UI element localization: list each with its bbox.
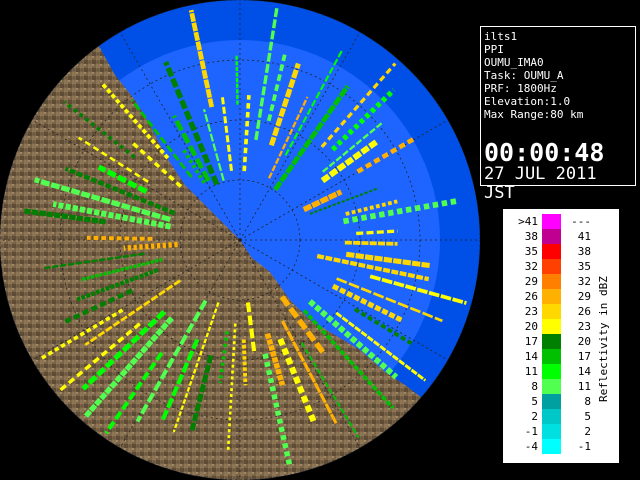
- legend-high-label: 5: [584, 410, 591, 423]
- echo-ray: [235, 54, 239, 105]
- legend-color-swatch: [542, 214, 561, 229]
- legend-high-label: 11: [577, 380, 591, 393]
- info-elevation: Elevation:1.0: [484, 95, 571, 108]
- info-task: Task: OUMU_A: [484, 69, 564, 82]
- legend-high-label: 17: [577, 350, 591, 363]
- echo-ray: [356, 229, 398, 236]
- legend-low-label: >41: [518, 215, 538, 228]
- legend-high-label: 35: [577, 260, 591, 273]
- legend-high-label: 2: [584, 425, 591, 438]
- legend-low-label: 2: [531, 410, 538, 423]
- legend-color-swatch: [542, 244, 561, 259]
- legend-low-label: 17: [524, 335, 538, 348]
- legend-low-label: 8: [531, 380, 538, 393]
- legend-low-label: 11: [524, 365, 538, 378]
- legend-color-swatch: [542, 364, 561, 379]
- legend-high-label: -1: [577, 440, 591, 453]
- legend-color-swatch: [542, 319, 561, 334]
- legend-high-label: 32: [577, 275, 591, 288]
- legend-low-label: 14: [524, 350, 538, 363]
- legend-low-label: 26: [524, 290, 538, 303]
- legend-low-label: -1: [524, 425, 538, 438]
- reflectivity-legend: >41 --- 38 41 35 38 32 35 29 32 26 29 23 26 20 23 17 20 14…: [502, 208, 620, 464]
- legend-high-label: 14: [577, 365, 591, 378]
- legend-high-label: 29: [577, 290, 591, 303]
- legend-high-label: 20: [577, 335, 591, 348]
- legend-color-swatch: [542, 409, 561, 424]
- legend-low-label: -4: [524, 440, 538, 453]
- legend-high-label: ---: [571, 215, 591, 228]
- legend-color-swatch: [542, 334, 561, 349]
- legend-color-swatch: [542, 349, 561, 364]
- legend-color-swatch: [542, 304, 561, 319]
- legend-high-label: 8: [584, 395, 591, 408]
- legend-low-label: 35: [524, 245, 538, 258]
- legend-color-swatch: [542, 379, 561, 394]
- legend-color-swatch: [542, 259, 561, 274]
- info-max-range: Max Range:80 km: [484, 108, 584, 121]
- legend-high-label: 26: [577, 305, 591, 318]
- legend-high-label: 23: [577, 320, 591, 333]
- legend-low-label: 29: [524, 275, 538, 288]
- legend-high-label: 38: [577, 245, 591, 258]
- legend-low-label: 38: [524, 230, 538, 243]
- legend-title: Reflectivity in dBZ: [597, 276, 610, 402]
- info-prf: PRF: 1800Hz: [484, 82, 557, 95]
- info-site: ilts1: [484, 30, 518, 43]
- legend-color-swatch: [542, 289, 561, 304]
- legend-color-swatch: [542, 424, 561, 439]
- legend-low-label: 32: [524, 260, 538, 273]
- info-scan-type: PPI: [484, 43, 504, 56]
- legend-low-label: 5: [531, 395, 538, 408]
- info-product: OUMU_IMA0: [484, 56, 544, 69]
- legend-color-swatch: [542, 394, 561, 409]
- legend-color-swatch: [542, 229, 561, 244]
- legend-color-swatch: [542, 274, 561, 289]
- scan-date: 27 JUL 2011 JST: [484, 164, 597, 203]
- echo-ray: [86, 235, 153, 241]
- legend-color-swatch: [542, 439, 561, 454]
- legend-low-label: 20: [524, 320, 538, 333]
- info-panel: ilts1 PPI OUMU_IMA0 Task: OUMU_A PRF: 18…: [480, 26, 636, 203]
- legend-high-label: 41: [577, 230, 591, 243]
- scan-time: 00:00:48: [484, 138, 605, 167]
- radar-ppi-display: [0, 0, 480, 480]
- legend-low-label: 23: [524, 305, 538, 318]
